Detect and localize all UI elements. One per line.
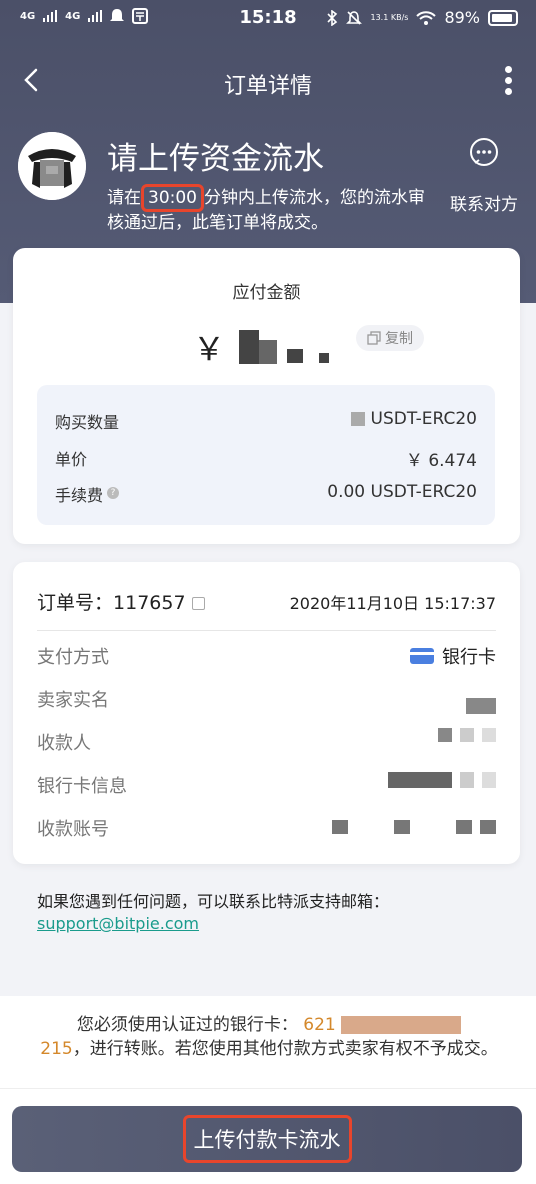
divider [0,1088,536,1089]
blurred-bank-info [388,772,452,788]
detail-label: 单价 [55,450,88,469]
order-number-value: 117657 [113,592,186,614]
detail-value: ￥ 6.474 [405,451,477,471]
upload-statement-button[interactable]: 上传付款卡流水 [12,1106,522,1172]
field-label: 支付方式 [37,647,109,668]
blurred-payee [482,728,496,742]
field-label: 收款人 [37,733,91,754]
avatar [18,132,86,200]
net-speed: 13.1 KB/s [370,13,409,22]
wifi-icon [416,10,437,25]
nav-bar: 订单详情 [0,60,536,104]
blurred-amount [287,349,304,363]
support-text: 如果您遇到任何问题，可以联系比特派支持邮箱： [37,892,390,911]
currency-symbol: ￥ [193,330,226,368]
field-label: 银行卡信息 [37,776,127,797]
blurred-bank-info [460,772,474,788]
hero-description: 请在 30:00 分钟内上传流水，您的流水审核通过后，此笔订单将成交。 [107,184,432,234]
blurred-seller-name [466,698,496,714]
blurred-quantity [350,412,365,426]
card-number-end: 215 [40,1039,73,1059]
bottom-panel: 您必须使用认证过的银行卡： 621 215，进行转账。若您使用其他付款方式卖家有… [0,996,536,1184]
copy-amount-button[interactable]: 复制 [356,325,424,351]
copy-order-icon[interactable] [191,597,205,610]
more-dot-icon [504,66,512,73]
status-right: 13.1 KB/s 89% [326,8,518,27]
blurred-account [332,820,348,834]
card-number-start: 621 [303,1015,336,1035]
countdown-timer: 30:00 [141,184,204,212]
chat-bubble-icon [470,138,498,166]
support-info: 如果您遇到任何问题，可以联系比特派支持邮箱： support@bitpie.co… [37,891,507,935]
amount-row: ￥ [193,324,330,370]
copy-icon [367,331,381,345]
more-dot-icon [504,88,512,95]
copy-label: 复制 [385,331,413,347]
blurred-payee [438,728,452,742]
bank-card-icon [410,648,434,664]
blurred-amount [259,340,278,364]
quantity-unit: USDT-ERC20 [370,409,478,429]
detail-label: 手续费 [55,486,104,505]
more-dot-icon [504,77,512,84]
payment-card: 应付金额 ￥ 复制 购买数量 USDT-ERC20 单价 ￥ 6.474 手续费… [13,248,520,544]
account-number-value[interactable] [332,820,496,834]
battery-icon [488,9,518,26]
order-date: 2020年11月10日 15:17:37 [289,594,496,613]
upload-statement-label: 上传付款卡流水 [182,1115,352,1163]
blurred-amount [319,353,330,363]
detail-row-unit-price: 单价 ￥ 6.474 [55,446,477,471]
payment-method-text: 银行卡 [442,647,496,668]
bank-info-value[interactable] [388,772,496,788]
mute-icon [346,10,363,25]
battery-percent: 89% [444,8,480,27]
page-title: 订单详情 [223,74,312,99]
blurred-card-number [341,1016,462,1034]
avatar-image [18,132,86,200]
field-label: 卖家实名 [37,690,109,711]
detail-value: USDT-ERC20 [350,409,478,429]
more-options-button[interactable] [502,66,514,98]
bluetooth-icon [327,9,338,26]
status-bar: 4G 4G 15:18 13.1 KB/s 89% [0,0,536,36]
payment-detail-box: 购买数量 USDT-ERC20 单价 ￥ 6.474 手续费? 0.00 USD… [37,385,495,525]
notice-prefix: 您必须使用认证过的银行卡： [76,1015,298,1035]
payment-method-value: 银行卡 [410,643,496,669]
order-card: 订单号：117657 2020年11月10日 15:17:37 支付方式 银行卡… [13,562,520,864]
notice-suffix: ，进行转账。若您使用其他付款方式卖家有权不予成交。 [72,1039,498,1059]
payee-value[interactable] [438,728,496,742]
detail-row-fee: 手续费? 0.00 USDT-ERC20 [55,482,477,506]
bank-card-notice: 您必须使用认证过的银行卡： 621 215，进行转账。若您使用其他付款方式卖家有… [34,1013,504,1061]
support-email-link[interactable]: support@bitpie.com [37,914,199,933]
blurred-account [456,820,472,834]
contact-counterparty-button[interactable]: 联系对方 [444,136,524,215]
blurred-bank-info [482,772,496,788]
blurred-account [394,820,410,834]
detail-row-quantity: 购买数量 USDT-ERC20 [55,409,477,433]
detail-label: 购买数量 [55,413,120,432]
hero-desc-prefix: 请在 [107,188,141,208]
seller-name-value[interactable] [466,690,496,714]
blurred-account [480,820,496,834]
help-icon[interactable]: ? [107,486,120,499]
divider [37,630,496,631]
amount-label: 应付金额 [232,283,301,303]
hero-title: 请上传资金流水 [107,141,324,177]
order-number-label: 订单号： [37,592,114,614]
blurred-payee [460,728,474,742]
order-number: 订单号：117657 [37,588,205,615]
detail-value: 0.00 USDT-ERC20 [327,482,477,502]
field-label: 收款账号 [37,819,109,840]
contact-label: 联系对方 [450,195,518,215]
blurred-amount [239,330,260,364]
